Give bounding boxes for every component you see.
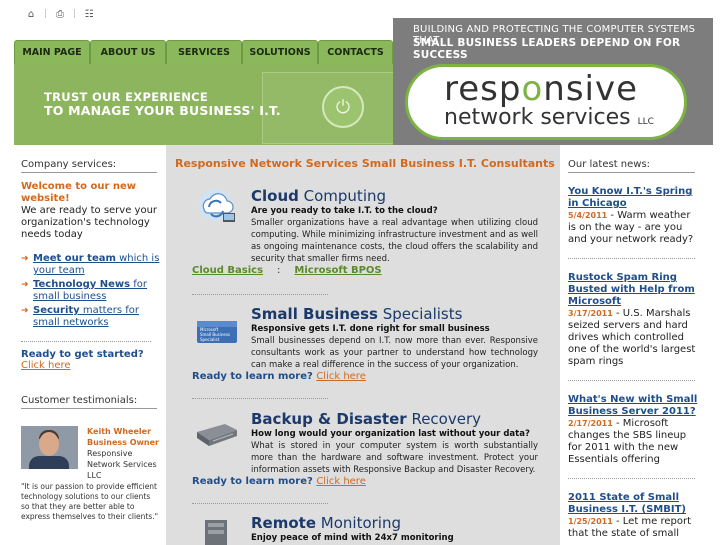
news-date: 5/4/2011 [568, 211, 608, 220]
separator: | [44, 9, 48, 19]
news-item: What's New with Small Business Server 20… [568, 394, 698, 466]
news-item: Rustock Spam Ring Busted with Help from … [568, 272, 698, 368]
logo-subtitle: network services LLC [444, 105, 654, 130]
separator: : [277, 265, 281, 276]
service-body: What is stored in your computer system i… [251, 441, 538, 475]
arrow-icon: ➜ [21, 306, 29, 316]
microsoft-bpos-link[interactable]: Microsoft BPOS [294, 265, 381, 276]
hero-line2: TO MANAGE YOUR BUSINESS' I.T. [44, 103, 281, 118]
left-sidebar: Company services: Welcome to our new web… [14, 145, 166, 545]
news-text: 5/4/2011 - Warm weather is on the way - … [568, 210, 694, 245]
microsoft-specialist-badge-icon: Microsoft Small Business Specialist [195, 305, 239, 343]
service-heading: Cloud Computing [251, 187, 387, 205]
tagline-line2: SMALL BUSINESS LEADERS DEPEND ON FOR SUC… [413, 37, 681, 61]
divider [568, 478, 695, 479]
utility-links: ⌂ | ⎙ | ☷ [24, 8, 96, 20]
news-date: 3/17/2011 [568, 309, 613, 318]
testimonial-name: Keith Wheeler [87, 427, 152, 436]
ready-learn-more: Ready to learn more? Click here [192, 371, 366, 382]
page-title: Responsive Network Services Small Busine… [175, 157, 555, 170]
tab-main-page[interactable]: MAIN PAGE [14, 40, 90, 64]
cloud-links: Cloud Basics: Microsoft BPOS [192, 265, 382, 276]
get-started-link-wrap: Click here [21, 360, 166, 371]
print-icon[interactable]: ⎙ [53, 8, 67, 20]
testimonial-role: Business Owner [87, 438, 159, 447]
list-item: ➜ Technology News for small business [21, 279, 161, 303]
news-date: 2/17/2011 [568, 419, 613, 428]
security-link[interactable]: Security matters for small networks [33, 305, 139, 328]
news-date: 1/25/2011 [568, 517, 613, 526]
power-icon: ⏻ [322, 86, 364, 128]
service-links: ➜ Meet our team which is your team ➜ Techn… [21, 253, 161, 329]
main-content: Responsive Network Services Small Busine… [166, 145, 560, 545]
avatar [21, 426, 78, 469]
page: ⌂ | ⎙ | ☷ MAIN PAGE ABOUT US SERVICES SO… [14, 0, 713, 545]
separator: | [73, 9, 77, 19]
logo-wordmark: responsive [444, 69, 639, 109]
latest-news-title: Our latest news: [568, 159, 695, 173]
testimonial-quote: "It is our passion to provide efficient … [21, 482, 159, 521]
service-heading: Backup & Disaster Recovery [251, 410, 482, 428]
divider [568, 380, 695, 381]
home-icon[interactable]: ⌂ [24, 8, 38, 20]
service-question: Are you ready to take I.T. to the cloud? [251, 206, 438, 216]
main-nav: MAIN PAGE ABOUT US SERVICES SOLUTIONS CO… [14, 40, 393, 64]
divider [568, 258, 695, 259]
service-body: Small businesses depend on I.T. now more… [251, 336, 538, 370]
svg-text:Specialist: Specialist [200, 337, 220, 342]
tab-contacts[interactable]: CONTACTS [318, 40, 393, 64]
news-link[interactable]: 2011 State of Small Business I.T. (SMBIT… [568, 492, 698, 516]
news-item: 2011 State of Small Business I.T. (SMBIT… [568, 492, 698, 540]
get-started-link[interactable]: Click here [21, 360, 71, 371]
hero-banner: TRUST OUR EXPERIENCE TO MANAGE YOUR BUSI… [14, 64, 393, 145]
testimonials-title: Customer testimonials: [21, 395, 157, 409]
tab-services[interactable]: SERVICES [166, 40, 242, 64]
list-item: ➜ Security matters for small networks [21, 305, 161, 329]
tab-about-us[interactable]: ABOUT US [90, 40, 166, 64]
server-icon [195, 410, 239, 448]
arrow-icon: ➜ [21, 280, 29, 290]
technology-news-link[interactable]: Technology News for small business [33, 279, 147, 302]
meet-team-link[interactable]: Meet our team which is your team [33, 253, 159, 276]
logo[interactable]: responsive network services LLC [405, 64, 687, 140]
testimonial-company: Responsive Network Services LLC [87, 449, 157, 480]
divider [192, 503, 328, 504]
news-link[interactable]: What's New with Small Business Server 20… [568, 394, 698, 418]
service-heading: Remote Monitoring [251, 514, 401, 532]
service-question: Enjoy peace of mind with 24x7 monitoring [251, 533, 454, 543]
service-question: Responsive gets I.T. done right for smal… [251, 324, 490, 334]
click-here-link[interactable]: Click here [316, 476, 366, 487]
monitor-icon [195, 514, 239, 545]
news-sidebar: Our latest news: You Know I.T.'s Spring … [560, 145, 713, 545]
header-brand: BUILDING AND PROTECTING THE COMPUTER SYS… [393, 18, 713, 145]
arrow-icon: ➜ [21, 254, 29, 264]
news-link[interactable]: Rustock Spam Ring Busted with Help from … [568, 272, 698, 308]
company-services-title: Company services: [21, 159, 157, 173]
welcome-heading: Welcome to our new website! [21, 181, 137, 204]
divider [21, 341, 151, 342]
news-item: You Know I.T.'s Spring in Chicago 5/4/20… [568, 186, 698, 246]
click-here-link[interactable]: Click here [316, 371, 366, 382]
cloud-basics-link[interactable]: Cloud Basics [192, 265, 263, 276]
hero-line1: TRUST OUR EXPERIENCE [44, 90, 209, 104]
sitemap-icon[interactable]: ☷ [82, 8, 96, 20]
list-item: ➜ Meet our team which is your team [21, 253, 161, 277]
cloud-icon [195, 187, 239, 225]
service-body: Smaller organizations have a real advant… [251, 218, 538, 264]
divider [192, 294, 328, 295]
testimonial: Keith Wheeler Business Owner Responsive … [21, 426, 166, 482]
service-question: How long would your organization last wi… [251, 429, 530, 439]
news-text: 2/17/2011 - Microsoft changes the SBS li… [568, 418, 687, 465]
ready-learn-more: Ready to learn more? Click here [192, 476, 366, 487]
divider [192, 398, 328, 399]
service-heading: Small Business Specialists [251, 305, 463, 323]
tab-solutions[interactable]: SOLUTIONS [242, 40, 318, 64]
welcome-intro: We are ready to serve your organization'… [21, 205, 158, 240]
news-text: 3/17/2011 - U.S. Marshals seized servers… [568, 308, 696, 367]
news-text: 1/25/2011 - Let me report that the state… [568, 516, 692, 539]
news-link[interactable]: You Know I.T.'s Spring in Chicago [568, 186, 698, 210]
ready-heading: Ready to get started? [21, 349, 144, 360]
